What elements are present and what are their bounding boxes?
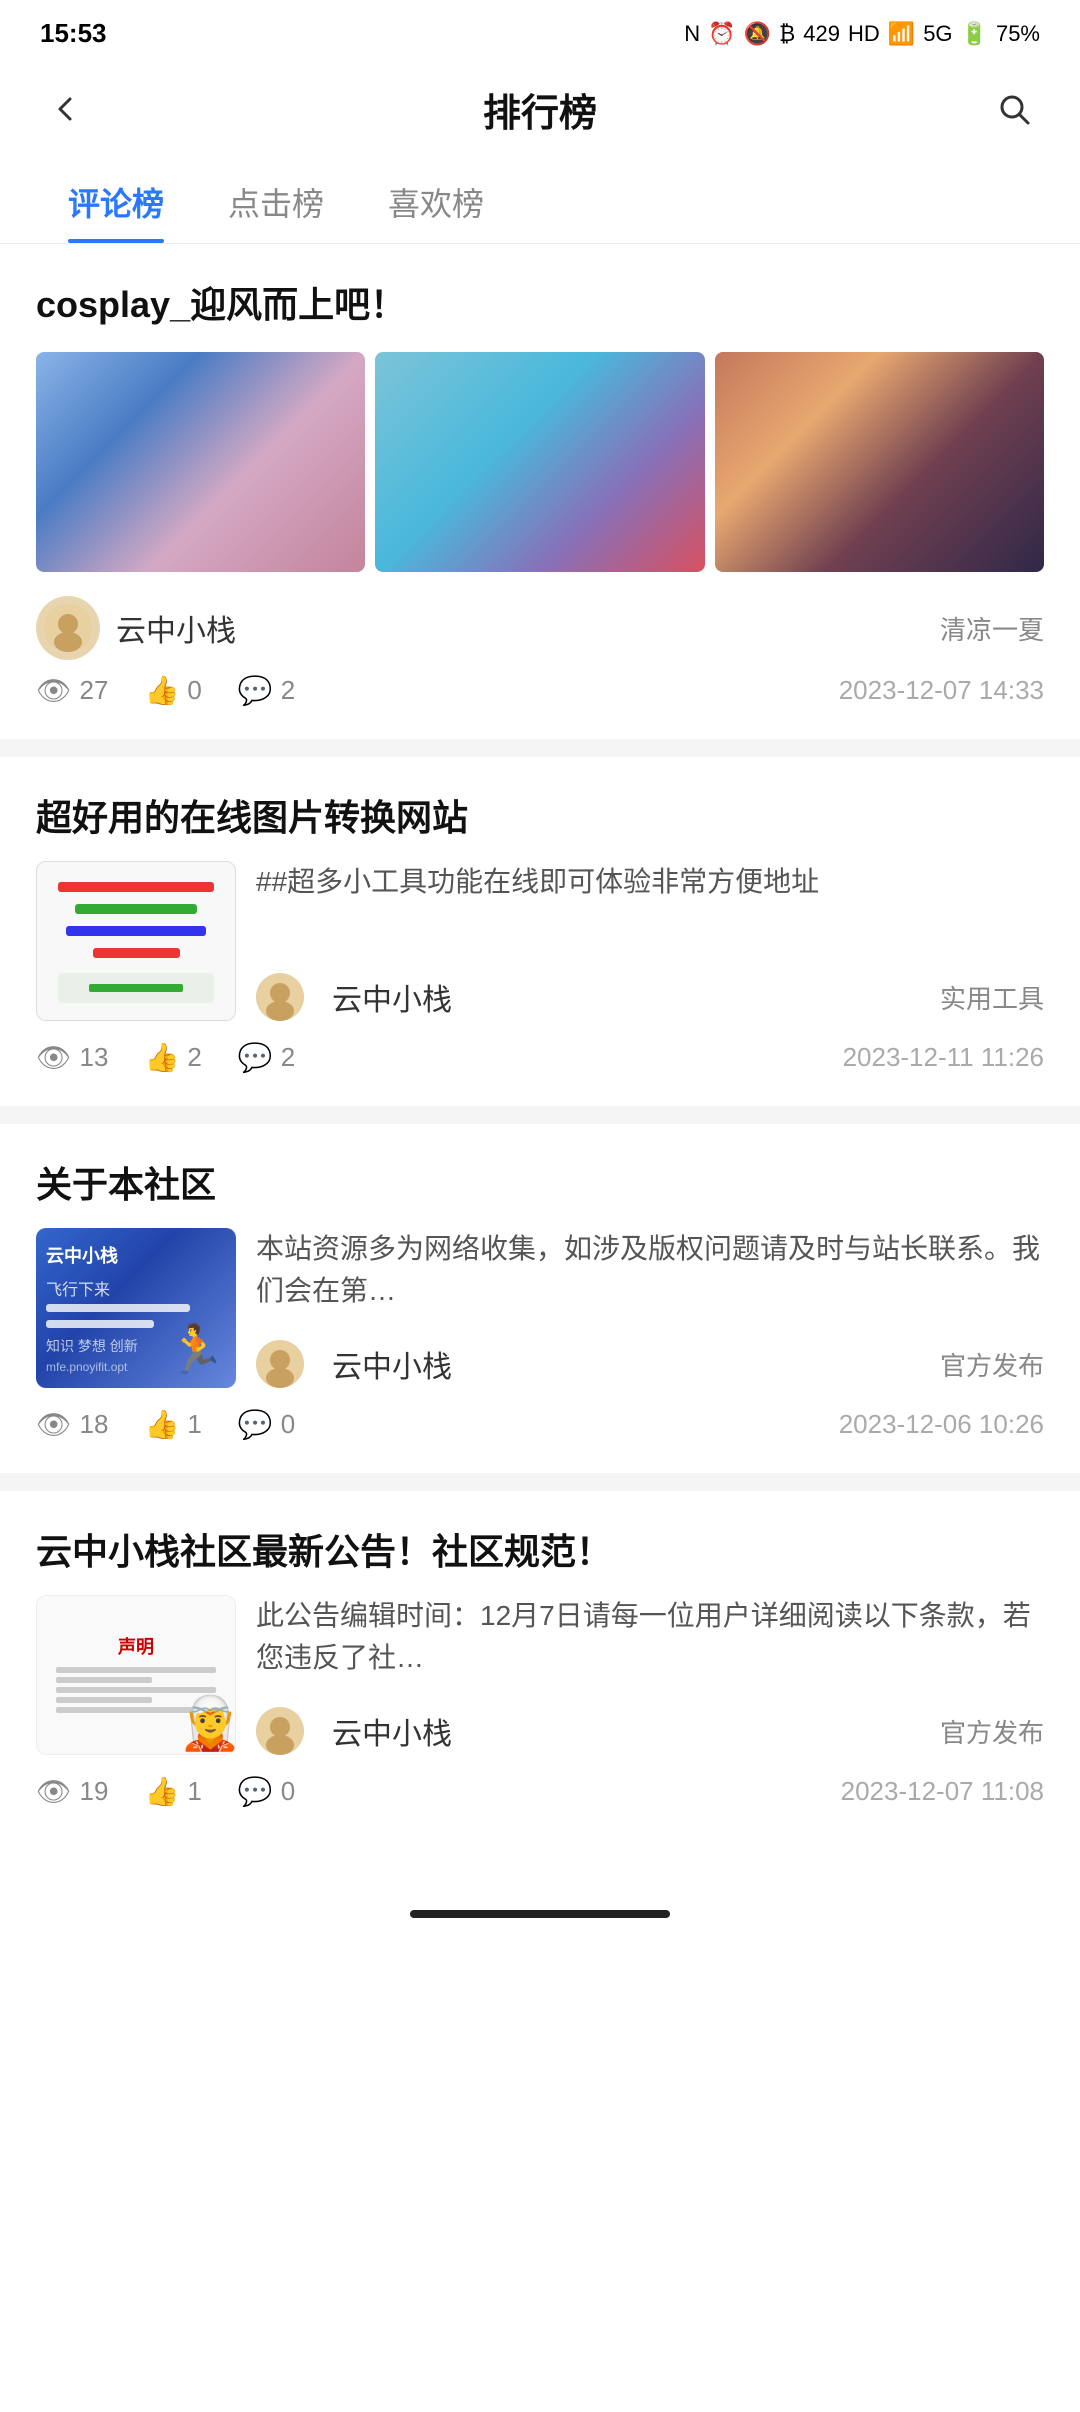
views-stat-2: 👁 13 [36, 1041, 108, 1074]
gallery-image-3 [715, 352, 1044, 572]
author-name-3: 云中小栈 [332, 1342, 940, 1386]
post-tag-1: 清凉一夏 [940, 610, 1044, 647]
comment-icon-2: 💬 [238, 1041, 273, 1074]
post-thumb-3: 云中小栈 飞行下来 知识 梦想 创新 mfe.pnoyifit.opt 🏃 [36, 1228, 236, 1388]
views-stat-3: 👁 18 [36, 1408, 108, 1441]
comment-icon-4: 💬 [238, 1775, 273, 1808]
author-name-2: 云中小栈 [332, 975, 940, 1019]
avatar-2 [256, 973, 304, 1021]
post-body-3: 云中小栈 飞行下来 知识 梦想 创新 mfe.pnoyifit.opt 🏃 本站… [36, 1228, 1044, 1388]
thumb-icon-3: 👍 [144, 1408, 179, 1441]
post-title-4: 云中小栈社区最新公告！社区规范！ [36, 1523, 1044, 1575]
content-area: cosplay_迎风而上吧！ 云中小栈 清凉一夏 👁 27 � [0, 244, 1080, 1840]
post-title-3: 关于本社区 [36, 1156, 1044, 1208]
stats-row-1: 👁 27 👍 0 💬 2 2023-12-07 14:33 [36, 674, 1044, 707]
post-tag-4: 官方发布 [940, 1713, 1044, 1750]
comments-count-1: 2 [281, 675, 295, 706]
eye-icon-1: 👁 [36, 674, 72, 707]
tabs-bar: 评论榜 点击榜 喜欢榜 [0, 159, 1080, 244]
eye-icon-3: 👁 [36, 1408, 72, 1441]
comments-count-4: 0 [281, 1776, 295, 1807]
likes-count-4: 1 [187, 1776, 201, 1807]
stats-row-2: 👁 13 👍 2 💬 2 2023-12-11 11:26 [36, 1041, 1044, 1074]
comments-stat-4: 💬 0 [238, 1775, 295, 1808]
image-gallery-1 [36, 352, 1044, 572]
comments-stat-2: 💬 2 [238, 1041, 295, 1074]
post-date-2: 2023-12-11 11:26 [843, 1042, 1044, 1073]
post-date-1: 2023-12-07 14:33 [839, 675, 1044, 706]
comments-stat-1: 💬 2 [238, 674, 295, 707]
comments-count-2: 2 [281, 1042, 295, 1073]
status-bar: 15:53 N ⏰ 🔕 ₿ 429 HD 📶 5G 🔋 75% [0, 0, 1080, 59]
post-title-2: 超好用的在线图片转换网站 [36, 789, 1044, 841]
post-title-1: cosplay_迎风而上吧！ [36, 276, 1044, 328]
views-count-1: 27 [80, 675, 109, 706]
post-body-4: 声明 🧝 此公告编辑时间：12月7日请每一位用户详细阅读以下条款，若您违反了社… [36, 1595, 1044, 1755]
status-time: 15:53 [40, 18, 107, 49]
likes-stat-1: 👍 0 [144, 674, 201, 707]
views-stat-4: 👁 19 [36, 1775, 108, 1808]
tab-likes[interactable]: 喜欢榜 [356, 159, 516, 243]
post-tag-2: 实用工具 [940, 979, 1044, 1016]
post-card-2[interactable]: 超好用的在线图片转换网站 ##超多小工具功能在线即可体验非常方便地址 [0, 757, 1080, 1106]
views-stat-1: 👁 27 [36, 674, 108, 707]
author-name-1: 云中小栈 [116, 606, 940, 650]
bottom-bar [0, 1858, 1080, 1938]
avatar-1 [36, 596, 100, 660]
likes-count-2: 2 [187, 1042, 201, 1073]
avatar-4 [256, 1707, 304, 1755]
post-meta-1: 云中小栈 清凉一夏 [36, 596, 1044, 660]
likes-stat-3: 👍 1 [144, 1408, 201, 1441]
post-date-3: 2023-12-06 10:26 [839, 1409, 1044, 1440]
thumb-icon-1: 👍 [144, 674, 179, 707]
views-count-4: 19 [80, 1776, 109, 1807]
tab-clicks[interactable]: 点击榜 [196, 159, 356, 243]
post-thumb-2 [36, 861, 236, 1021]
post-excerpt-3: 本站资源多为网络收集，如涉及版权问题请及时与站长联系。我们会在第… [256, 1228, 1044, 1312]
stats-row-3: 👁 18 👍 1 💬 0 2023-12-06 10:26 [36, 1408, 1044, 1441]
back-button[interactable] [36, 79, 96, 139]
post-date-4: 2023-12-07 11:08 [841, 1776, 1044, 1807]
status-icons: N ⏰ 🔕 ₿ 429 HD 📶 5G 🔋 75% [684, 21, 1040, 47]
gallery-image-2 [375, 352, 704, 572]
likes-count-1: 0 [187, 675, 201, 706]
gallery-image-1 [36, 352, 365, 572]
post-thumb-4: 声明 🧝 [36, 1595, 236, 1755]
views-count-2: 13 [80, 1042, 109, 1073]
page-title: 排行榜 [483, 82, 597, 137]
comment-icon-1: 💬 [238, 674, 273, 707]
home-indicator [410, 1910, 670, 1918]
header: 排行榜 [0, 59, 1080, 159]
views-count-3: 18 [80, 1409, 109, 1440]
post-excerpt-4: 此公告编辑时间：12月7日请每一位用户详细阅读以下条款，若您违反了社… [256, 1595, 1044, 1679]
eye-icon-4: 👁 [36, 1775, 72, 1808]
post-card-3[interactable]: 关于本社区 云中小栈 飞行下来 知识 梦想 创新 mfe.pnoyifit.op… [0, 1124, 1080, 1473]
post-body-2: ##超多小工具功能在线即可体验非常方便地址 云中小栈 实用工具 [36, 861, 1044, 1021]
search-button[interactable] [984, 79, 1044, 139]
author-name-4: 云中小栈 [332, 1709, 940, 1753]
thumb-icon-4: 👍 [144, 1775, 179, 1808]
tab-comments[interactable]: 评论榜 [36, 159, 196, 243]
comments-stat-3: 💬 0 [238, 1408, 295, 1441]
post-excerpt-2: ##超多小工具功能在线即可体验非常方便地址 [256, 861, 1044, 903]
likes-count-3: 1 [187, 1409, 201, 1440]
comment-icon-3: 💬 [238, 1408, 273, 1441]
post-tag-3: 官方发布 [940, 1346, 1044, 1383]
post-card-1[interactable]: cosplay_迎风而上吧！ 云中小栈 清凉一夏 👁 27 � [0, 244, 1080, 739]
post-card-4[interactable]: 云中小栈社区最新公告！社区规范！ 声明 🧝 此公告编辑时间：12月7日请每一位用… [0, 1491, 1080, 1840]
likes-stat-4: 👍 1 [144, 1775, 201, 1808]
thumb-icon-2: 👍 [144, 1041, 179, 1074]
battery-level: 75% [996, 21, 1040, 47]
comments-count-3: 0 [281, 1409, 295, 1440]
likes-stat-2: 👍 2 [144, 1041, 201, 1074]
eye-icon-2: 👁 [36, 1041, 72, 1074]
avatar-3 [256, 1340, 304, 1388]
stats-row-4: 👁 19 👍 1 💬 0 2023-12-07 11:08 [36, 1775, 1044, 1808]
